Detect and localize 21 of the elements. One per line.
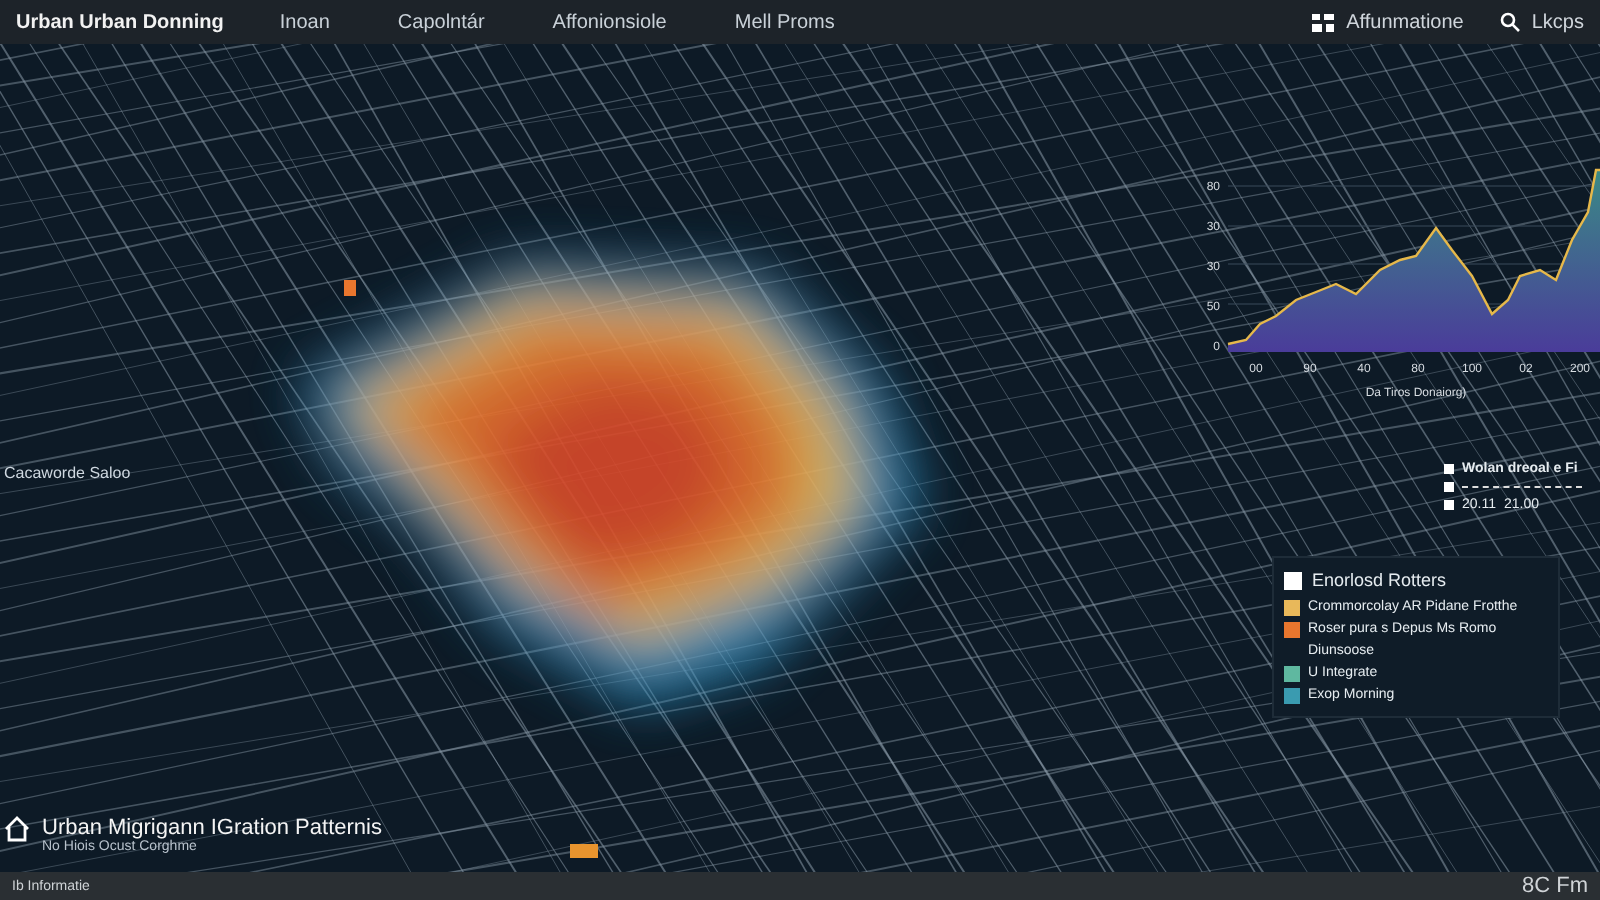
legend-swatch (1444, 500, 1454, 510)
nav-tab[interactable]: Inoan (279, 11, 330, 33)
grid-icon (1312, 13, 1335, 31)
legend-swatch (1444, 482, 1454, 492)
toolbar-button[interactable]: Affunmatione (1312, 11, 1464, 33)
nav-tab[interactable]: Affonionsiole (552, 11, 667, 33)
map-title: Urban Migrigann IGration Patternis (42, 816, 382, 840)
nav-tab[interactable]: Mell Proms (734, 11, 835, 33)
legend-title: Enorlosd Rotters (1312, 570, 1447, 590)
toolbar-button[interactable]: Lkcps (1499, 11, 1584, 33)
dashed-line-icon (1462, 486, 1582, 488)
nav-tab[interactable]: Capolntár (397, 11, 485, 33)
map-marker (570, 844, 598, 858)
legend-swatch (1284, 571, 1302, 589)
legend-swatch (1444, 464, 1454, 474)
status-text: 8C Fm (1522, 874, 1588, 898)
app-title: Urban Urban Donning (16, 11, 224, 33)
search-icon (1499, 12, 1520, 32)
house-icon (4, 816, 30, 842)
map-label: Cacaworde Saloo (4, 464, 131, 482)
map-marker (344, 280, 356, 296)
